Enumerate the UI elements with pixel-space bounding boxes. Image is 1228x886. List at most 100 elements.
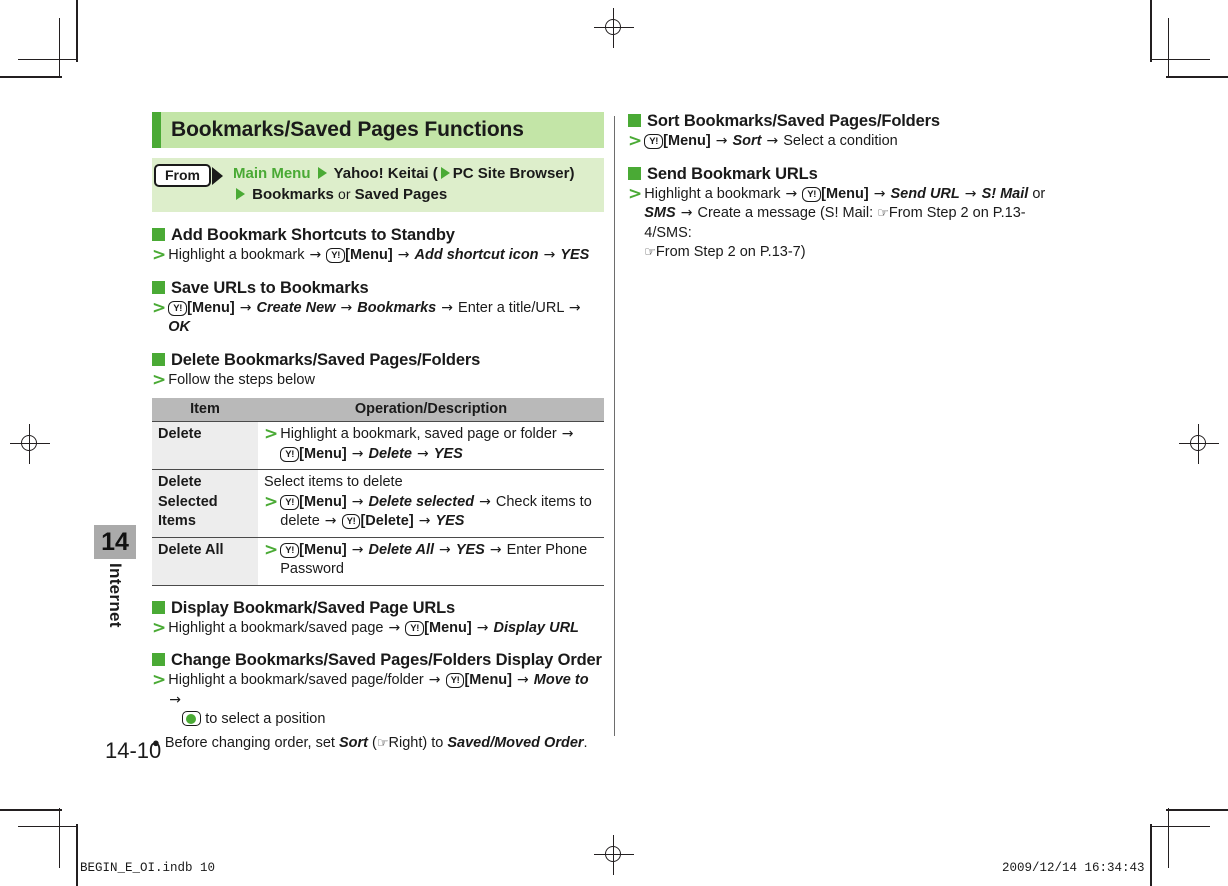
crop-mark-tl-v: [76, 0, 78, 62]
step-body: Highlight a bookmark/saved page/folder →…: [168, 671, 604, 730]
arrow-icon: →: [785, 185, 798, 202]
section-heading: Send Bookmark URLs: [628, 165, 1048, 184]
crop-mark-tr-v: [1150, 0, 1152, 62]
from-pc-site-browser: PC Site Browser): [452, 165, 575, 182]
step-body: Y! [Menu] → Delete All → YES → Enter Phon…: [280, 541, 600, 580]
section-display-urls: Display Bookmark/Saved Page URLs > Highl…: [152, 599, 604, 639]
table-row: Delete Selected Items Select items to de…: [152, 469, 604, 537]
title-accent-bar: [152, 112, 161, 148]
step-line: > Y! [Menu] → Delete selected → Check ite…: [264, 492, 600, 532]
from-yahoo-keitai: Yahoo! Keitai (: [333, 165, 438, 182]
chapter-number: 14: [94, 525, 136, 559]
y-key-icon: Y!: [280, 446, 300, 462]
table-cell-desc: > Highlight a bookmark, saved page or fo…: [258, 421, 604, 470]
step-marker-icon: >: [152, 297, 167, 318]
triangle-right-icon: [317, 167, 327, 179]
arrow-icon-2: →: [517, 672, 529, 688]
section-heading-text: Add Bookmark Shortcuts to Standby: [171, 226, 455, 244]
table-header-operation: Operation/Description: [258, 398, 604, 422]
registration-mark-top: [594, 8, 634, 48]
section-save-urls: Save URLs to Bookmarks > Y! [Menu] → Crea…: [152, 279, 604, 338]
y-key-icon: Y!: [445, 673, 465, 688]
table-cell-desc: > Y! [Menu] → Delete All → YES → Enter Ph…: [258, 536, 604, 586]
step-body: Highlight a bookmark, saved page or fold…: [280, 425, 600, 464]
section-heading: Delete Bookmarks/Saved Pages/Folders: [152, 351, 604, 370]
crop-mark-tr-h: [1166, 76, 1228, 78]
arrow-icon-3: →: [441, 299, 453, 316]
from-badge-wrap: From: [154, 164, 223, 187]
note-line: ● Before changing order, set Sort (☞Righ…: [152, 733, 604, 753]
registration-mark-bottom: [594, 835, 634, 875]
section-heading: Add Bookmark Shortcuts to Standby: [152, 226, 604, 245]
menu-item-2: Bookmarks: [357, 299, 437, 316]
step-line: > Highlight a bookmark, saved page or fo…: [264, 425, 600, 464]
section-delete-bookmarks: Delete Bookmarks/Saved Pages/Folders > F…: [152, 351, 604, 391]
menu-key-label: [Menu]: [187, 299, 235, 316]
step-text: Highlight a bookmark/saved page: [168, 619, 384, 636]
section-change-display-order: Change Bookmarks/Saved Pages/Folders Dis…: [152, 651, 604, 753]
arrow-icon-3: →: [489, 541, 502, 558]
section-heading: Display Bookmark/Saved Page URLs: [152, 599, 604, 618]
from-or: or: [338, 186, 351, 202]
menu-item-1: Move to: [533, 672, 589, 688]
section-title-bar: Bookmarks/Saved Pages Functions: [152, 112, 604, 148]
note-italic-sort: Sort: [338, 734, 368, 751]
section-heading-text: Change Bookmarks/Saved Pages/Folders Dis…: [171, 651, 602, 669]
menu-item-2: YES: [455, 541, 485, 558]
navigation-key-icon: [182, 711, 202, 726]
arrow-icon-2: →: [340, 299, 353, 316]
manual-page: 14 Internet 14-10 Bookmarks/Saved Pages …: [0, 0, 1228, 886]
arrow-icon-4: →: [680, 205, 693, 221]
reference-2: From Step 2 on P.13-7): [655, 244, 806, 260]
table-cell-item: Delete All: [152, 536, 258, 586]
note-ref: Right: [388, 734, 423, 751]
menu-item-1: Delete All: [368, 541, 435, 558]
step-body: Y! [Menu] → Delete selected → Check items…: [280, 493, 600, 532]
left-column: Bookmarks/Saved Pages Functions From Mai…: [152, 112, 604, 755]
column-divider: [614, 116, 615, 736]
step-marker-icon: >: [152, 369, 167, 390]
y-key-icon: Y!: [168, 300, 188, 316]
step-line: > Y! [Menu] → Create New → Bookmarks → En…: [152, 297, 604, 338]
crop-mark-bl-h: [0, 809, 62, 811]
arrow-icon: →: [561, 426, 574, 442]
step-line: > Y! [Menu] → Delete All → YES → Enter Ph…: [264, 540, 600, 580]
arrow-icon-2: →: [476, 619, 489, 636]
step-line: > Highlight a bookmark → Y! [Menu] → Add …: [152, 246, 604, 266]
step-marker-icon: >: [152, 670, 167, 690]
crop-mark-tr-v2: [1168, 18, 1170, 78]
menu-item-sms: SMS: [644, 205, 676, 221]
hand-pointer-icon: ☞: [376, 735, 389, 751]
green-square-icon: [628, 114, 641, 127]
crop-mark-bl-h2: [18, 826, 78, 828]
menu-key-label: [Menu]: [299, 445, 347, 462]
green-square-icon: [152, 653, 165, 666]
menu-item-1: Display URL: [493, 619, 579, 636]
section-heading: Save URLs to Bookmarks: [152, 279, 604, 298]
menu-key-label: [Menu]: [299, 541, 347, 558]
green-square-icon: [152, 352, 165, 366]
y-key-icon: Y!: [802, 186, 822, 202]
menu-key-label: [Menu]: [464, 672, 512, 688]
arrow-icon: →: [309, 247, 322, 263]
registration-mark-left: [10, 424, 50, 464]
arrow-icon: →: [715, 133, 728, 149]
from-badge: From: [154, 164, 211, 187]
table-header-item: Item: [152, 398, 258, 422]
crop-mark-bl-v2: [59, 808, 61, 868]
crop-mark-bl-v: [76, 824, 78, 886]
section-send-bookmark-urls: Send Bookmark URLs > Highlight a bookmar…: [628, 165, 1048, 263]
table-header-row: Item Operation/Description: [152, 398, 604, 422]
crop-mark-tr-h2: [1150, 59, 1210, 61]
y-key-icon-2: Y!: [341, 514, 361, 529]
step-text: Highlight a bookmark: [644, 185, 781, 202]
plain-step-1: Enter a title/URL: [458, 299, 564, 316]
menu-item-2: YES: [433, 445, 463, 462]
menu-item-2: YES: [435, 513, 465, 529]
from-saved-pages: Saved Pages: [354, 186, 448, 203]
arrow-icon-3: →: [324, 513, 337, 529]
menu-item-send-url: Send URL: [890, 185, 960, 202]
table-row: Delete All > Y! [Menu] → Delete All → YES…: [152, 536, 604, 586]
arrow-icon: →: [428, 672, 441, 688]
y-key-icon: Y!: [644, 134, 664, 149]
